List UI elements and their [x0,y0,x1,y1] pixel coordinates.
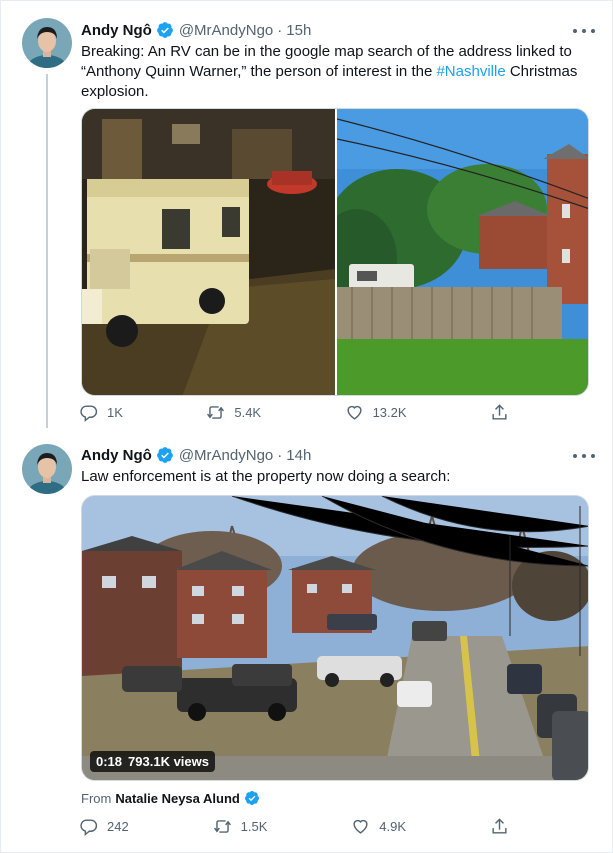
tweet-text: Breaking: An RV can be in the google map… [81,42,591,102]
share-button[interactable] [490,403,509,422]
like-button[interactable]: 13.2K [345,403,407,422]
from-prefix: From [81,790,112,806]
heart-icon [347,405,362,420]
retweet-count: 5.4K [234,405,262,420]
reply-icon [80,405,98,422]
video-duration: 0:18 [96,754,123,769]
share-icon [492,818,507,834]
retweet-icon [207,406,225,419]
like-count: 4.9K [379,819,407,834]
timestamp[interactable]: 15h [286,22,311,39]
tweet-2[interactable]: Andy Ngô @MrAndyNgo · 14h Law enforcemen… [0,430,613,853]
reply-count: 1K [107,405,123,420]
photo-rv-night[interactable] [82,109,335,395]
separator-dot: · [277,446,283,464]
retweet-icon [213,820,231,833]
photo-rv-property[interactable] [317,109,588,395]
from-author[interactable]: Natalie Neysa Alund [115,791,240,806]
tweet-1[interactable]: Andy Ngô @MrAndyNgo · 15h Breaking: An R… [0,0,613,430]
avatar[interactable] [22,444,72,494]
avatar[interactable] [22,18,72,68]
tweet-actions: 1K 5.4K 13.2K [79,403,509,422]
verified-badge-icon [244,791,259,805]
author-name[interactable]: Andy Ngô [81,447,152,464]
author-handle[interactable]: @MrAndyNgo [179,22,273,39]
verified-badge-icon [156,22,173,38]
tweet-text: Law enforcement is at the property now d… [81,468,451,485]
video-stats-badge: 0:18 793.1K views [90,751,215,772]
tweet-actions: 242 1.5K 4.9K [79,817,509,836]
reply-icon [80,819,98,836]
video-player[interactable]: 0:18 793.1K views [81,495,589,781]
share-button[interactable] [490,817,509,836]
photo-grid [81,108,589,396]
video-attribution: From Natalie Neysa Alund [81,790,265,806]
retweet-button[interactable]: 1.5K [213,817,268,836]
like-count: 13.2K [372,405,407,420]
hashtag-link[interactable]: #Nashville [436,63,505,80]
share-icon [492,404,507,420]
heart-icon [353,819,368,834]
separator-dot: · [277,21,283,39]
retweet-button[interactable]: 5.4K [206,403,261,422]
author-handle[interactable]: @MrAndyNgo [179,447,273,464]
video-frame [82,496,588,780]
like-button[interactable]: 4.9K [351,817,406,836]
retweet-count: 1.5K [240,819,268,834]
more-dots-icon[interactable] [573,24,595,38]
timestamp[interactable]: 14h [286,447,311,464]
tweet-header: Andy Ngô @MrAndyNgo · 15h [81,21,311,39]
video-views: 793.1K views [128,754,209,769]
reply-button[interactable]: 1K [79,403,123,422]
more-dots-icon[interactable] [573,449,595,463]
reply-count: 242 [107,819,129,834]
reply-button[interactable]: 242 [79,817,129,836]
author-name[interactable]: Andy Ngô [81,22,152,39]
verified-badge-icon [156,447,173,463]
tweet-header: Andy Ngô @MrAndyNgo · 14h [81,446,311,464]
